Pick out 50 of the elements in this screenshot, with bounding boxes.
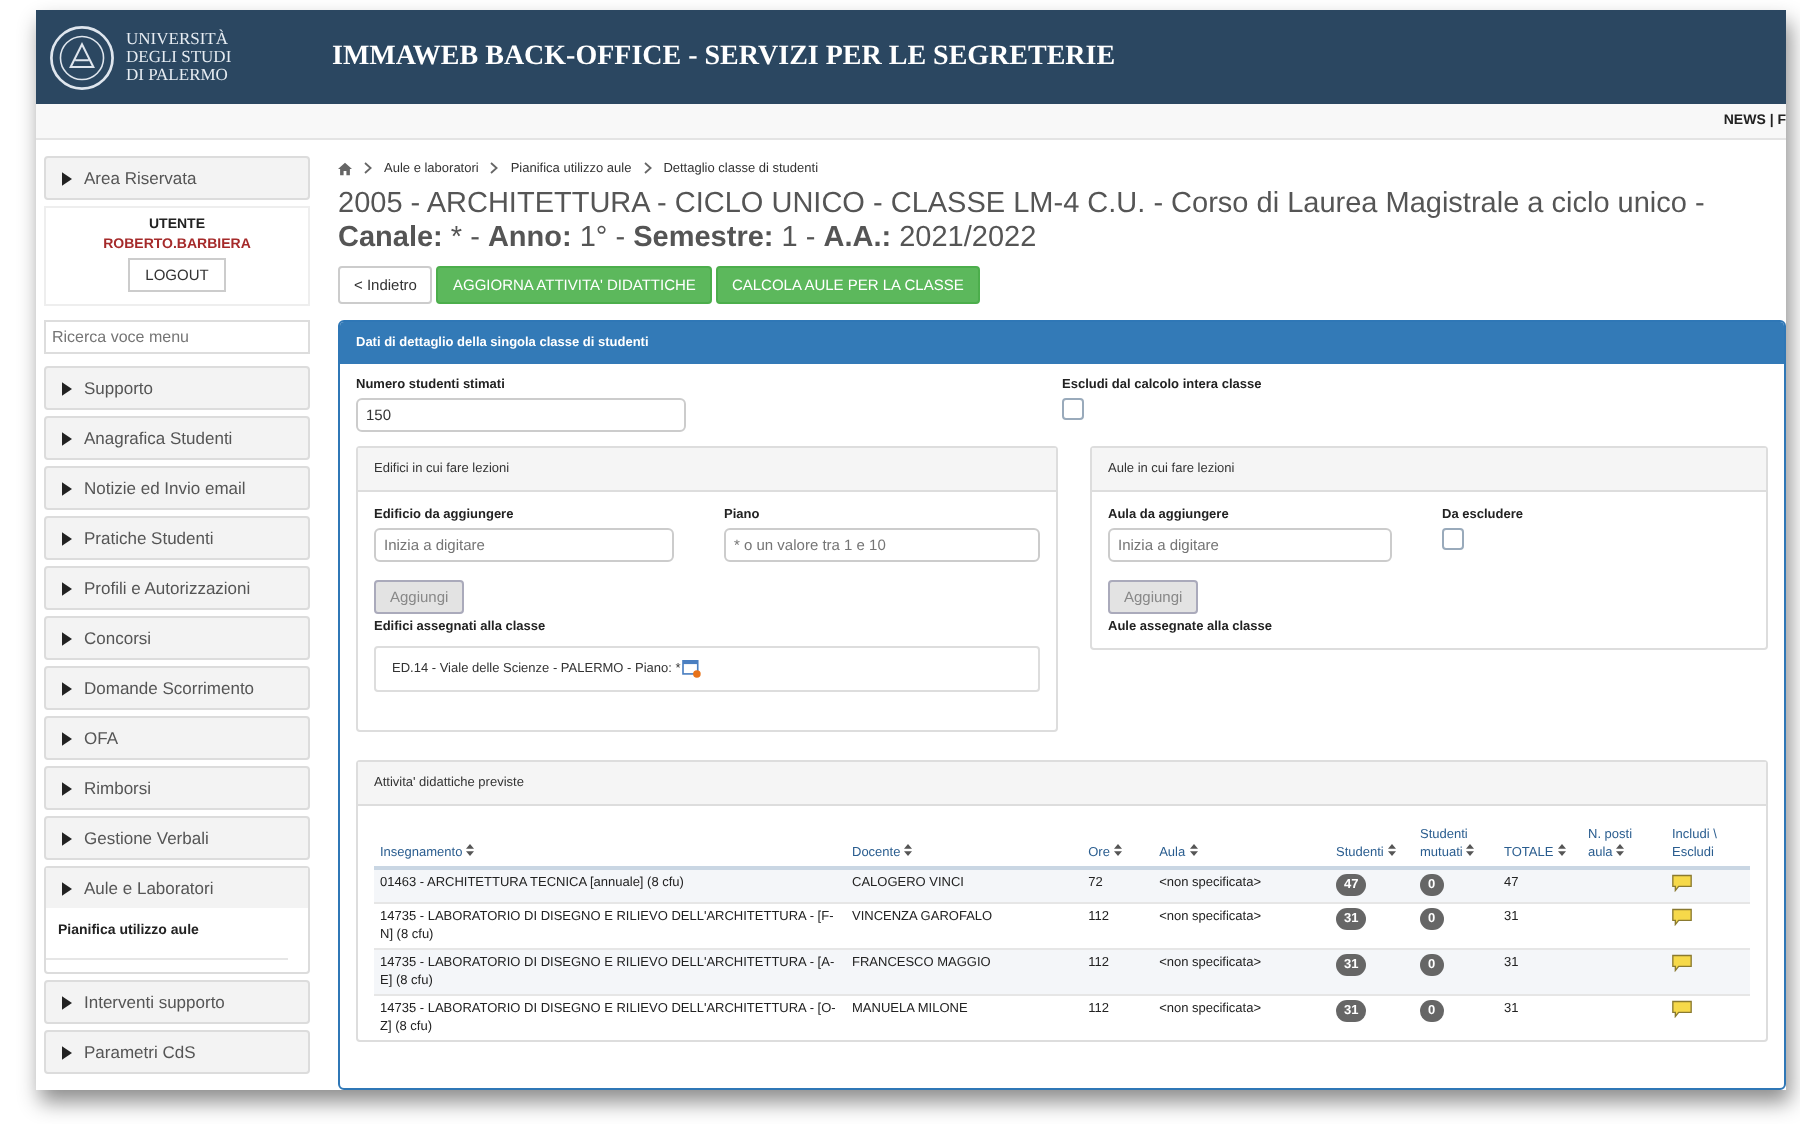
caret-icon [62,781,72,795]
sidebar-item[interactable]: Parametri CdS [44,1030,310,1074]
page-title: 2005 - ARCHITETTURA - CICLO UNICO - CLASSE LM-4 C.U. - Corso di Laurea Magistrale a ciclo unico - Canale:* - Anno: 1° - Semestre: 1 - A.A.: 2021/2022 [338,188,1707,256]
sidebar-item[interactable]: Aule e Laboratori [46,868,308,908]
caret-icon [62,531,72,545]
sidebar-item[interactable]: Domande Scorrimento [44,666,310,710]
comment-icon[interactable] [1672,1000,1692,1018]
caret-icon [62,481,72,495]
sort-icon[interactable] [904,844,913,856]
comment-icon[interactable] [1672,954,1692,972]
sort-icon[interactable] [1189,844,1198,856]
caret-icon [62,681,72,695]
caret-icon [62,431,72,445]
university-seal-icon [48,23,116,91]
sort-icon[interactable] [1557,844,1566,856]
sidebar-item[interactable]: Rimborsi [44,766,310,810]
sidebar-item[interactable]: OFA [44,716,310,760]
sort-icon[interactable] [1113,844,1122,856]
checkbox[interactable] [1442,528,1464,550]
sort-icon[interactable] [1387,844,1396,856]
university-name: UNIVERSITÀ DEGLI STUDI DI PALERMO [126,30,232,84]
caret-icon [62,581,72,595]
edit-icon[interactable] [682,660,703,678]
caret-icon [62,995,72,1009]
app-title: IMMAWEB BACK-OFFICE - SERVIZI PER LE SEGRETERIE [332,41,1116,73]
sidebar-item[interactable]: Interventi supporto [44,980,310,1024]
caret-icon [62,381,72,395]
sidebar-item[interactable]: Concorsi [44,616,310,660]
caret-icon [62,1045,72,1059]
caret-icon [62,731,72,745]
sidebar-item[interactable]: Notizie ed Invio email [44,466,310,510]
sidebar-item[interactable]: Supporto [44,366,310,410]
sidebar-item[interactable]: Profili e Autorizzazioni [44,566,310,610]
sidebar-item[interactable]: Gestione Verbali [44,816,310,860]
home-icon[interactable] [338,161,352,175]
caret-icon [62,881,72,895]
menu-search-field[interactable]: Ricerca voce menu [44,320,310,354]
caret-icon [62,831,72,845]
sidebar-item[interactable]: Anagrafica Studenti [44,416,310,460]
caret-icon [62,171,72,185]
sidebar-item[interactable]: Area Riservata [44,156,310,200]
sidebar-item[interactable]: Pratiche Studenti [44,516,310,560]
sort-icon[interactable] [1616,844,1625,856]
sort-icon[interactable] [1466,844,1475,856]
sort-icon[interactable] [466,844,475,856]
chevron-icon [490,162,499,174]
checkbox[interactable] [1062,398,1084,420]
caret-icon [62,631,72,645]
chevron-icon [364,162,372,174]
chevron-icon [643,162,652,174]
